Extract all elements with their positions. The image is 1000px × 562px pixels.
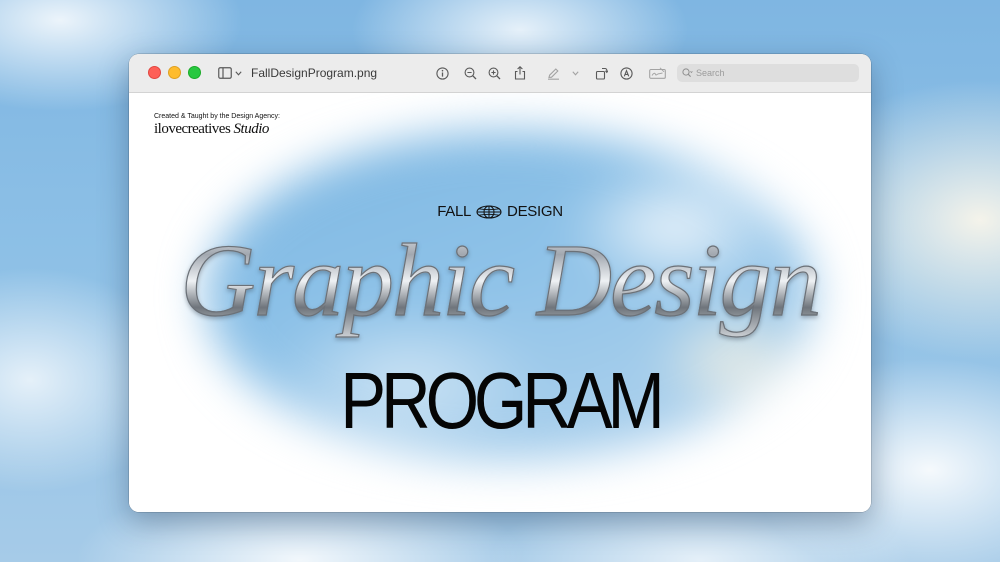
markup-menu-button[interactable]	[571, 64, 579, 82]
zoom-out-icon	[464, 67, 476, 79]
rotate-button[interactable]	[594, 64, 608, 82]
zoom-in-icon	[488, 67, 500, 79]
search-field[interactable]: Search	[677, 64, 859, 82]
markup-pen-icon	[547, 67, 559, 80]
fall-design-label: FALL DESIGN	[129, 203, 871, 220]
window-titlebar[interactable]: FallDesignProgram.png Search	[129, 54, 871, 93]
signature-icon	[648, 67, 666, 79]
zoom-in-button[interactable]	[487, 64, 501, 82]
agency-credit-line: Created & Taught by the Design Agency:	[154, 113, 280, 120]
search-icon	[682, 68, 693, 77]
annotate-button[interactable]	[619, 64, 633, 82]
sidebar-icon	[218, 67, 232, 79]
image-canvas: Created & Taught by the Design Agency: i…	[129, 93, 871, 512]
agency-studio: Studio	[233, 121, 270, 137]
chevron-down-icon	[234, 70, 242, 76]
markup-button[interactable]	[546, 64, 560, 82]
fall-text: FALL	[437, 203, 472, 220]
preview-window: FallDesignProgram.png Search Created & T…	[129, 54, 871, 512]
program-headline: PROGRAM	[340, 356, 665, 445]
share-button[interactable]	[513, 64, 527, 82]
agency-name: ilovecreatives	[154, 121, 231, 137]
share-icon	[514, 66, 526, 80]
annotate-icon	[619, 66, 633, 80]
chevron-down-icon	[571, 70, 579, 76]
document-title: FallDesignProgram.png	[251, 66, 378, 80]
chrome-headline: Graphic Design	[129, 221, 871, 341]
search-placeholder: Search	[696, 68, 725, 78]
maximize-button[interactable]	[188, 66, 201, 79]
zoom-out-button[interactable]	[463, 64, 477, 82]
agency-logo: ilovecreatives Studio	[154, 121, 269, 138]
info-icon	[435, 66, 449, 80]
info-button[interactable]	[435, 64, 449, 82]
minimize-button[interactable]	[168, 66, 181, 79]
globe-icon	[476, 204, 502, 219]
close-button[interactable]	[148, 66, 161, 79]
sidebar-menu-button[interactable]	[234, 64, 242, 82]
sidebar-toggle-button[interactable]	[218, 64, 232, 82]
design-text: DESIGN	[507, 203, 563, 220]
rotate-icon	[595, 67, 608, 80]
signature-button[interactable]	[648, 64, 666, 82]
